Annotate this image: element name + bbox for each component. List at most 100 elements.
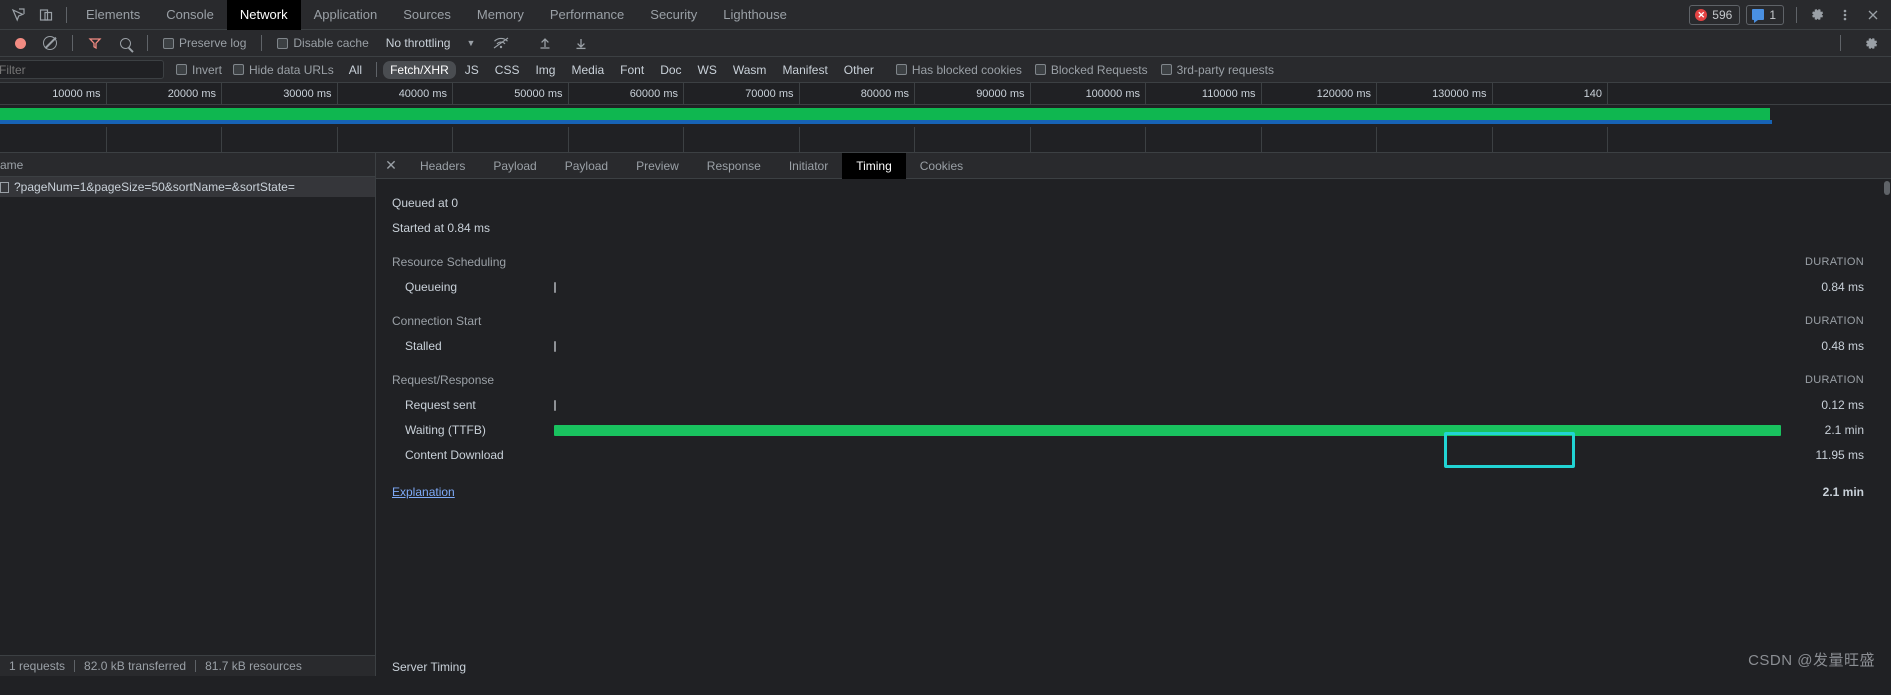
invert-box [176,64,187,75]
detail-pane: ✕ Headers Payload Payload Preview Respon… [376,152,1891,676]
timeline-tick: 10000 ms [0,83,107,105]
scrollbar-thumb[interactable] [1884,181,1890,195]
tab-application[interactable]: Application [301,0,391,30]
overview-gridline [221,127,222,152]
transferred-size: 82.0 kB transferred [84,659,187,673]
row-bar-wrap [554,275,1781,300]
more-options-icon[interactable] [1831,2,1859,28]
network-overview[interactable] [0,105,1891,127]
tab-headers[interactable]: Headers [406,153,479,179]
requests-column-header[interactable]: ame [0,153,375,177]
tab-sources[interactable]: Sources [390,0,464,30]
import-har-icon[interactable] [531,30,559,56]
filter-input[interactable] [0,60,164,79]
search-icon[interactable] [111,30,139,56]
filter-type-wasm[interactable]: Wasm [726,61,774,79]
tab-cookies[interactable]: Cookies [906,153,977,179]
inspect-element-icon[interactable] [4,2,32,28]
has-blocked-cookies-box [895,64,907,75]
tab-initiator[interactable]: Initiator [775,153,842,179]
netbar-divider-1 [72,35,73,51]
filter-type-fetch-xhr[interactable]: Fetch/XHR [383,60,456,79]
tab-elements[interactable]: Elements [73,0,153,30]
tab-payload-2[interactable]: Payload [551,153,622,179]
timing-row-request-sent: Request sent 0.12 ms [376,393,1891,418]
filter-type-css[interactable]: CSS [488,61,527,79]
device-toolbar-icon[interactable] [32,2,60,28]
devtools-tabbar: Elements Console Network Application Sou… [0,0,1891,30]
timeline-tick: 60000 ms [569,83,684,105]
record-button[interactable] [6,30,34,56]
row-bar-wrap [554,334,1781,359]
has-blocked-cookies-checkbox[interactable]: Has blocked cookies [895,62,1022,77]
filter-type-all[interactable]: All [342,61,369,79]
requests-pane: ame ?pageNum=1&pageSize=50&sortName=&sor… [0,153,376,676]
throttling-select[interactable]: No throttling [386,36,451,50]
error-icon: ✕ [1695,8,1708,21]
row-label: Queueing [405,280,458,294]
has-blocked-cookies-label: Has blocked cookies [911,62,1022,77]
timeline-tick: 140 [1493,83,1608,105]
netbar-divider-3 [261,35,263,51]
close-icon[interactable] [1859,2,1887,28]
hide-data-urls-box [233,64,245,75]
error-count: 596 [1712,7,1733,22]
started-at-label: Started at 0.84 ms [392,221,491,235]
tab-network[interactable]: Network [226,0,301,30]
row-label: Waiting (TTFB) [405,423,486,437]
disable-cache-label: Disable cache [293,36,369,50]
detail-scrollbar[interactable] [1883,179,1891,676]
filter-type-other[interactable]: Other [837,61,881,79]
filter-type-js[interactable]: JS [458,61,486,79]
gear-icon[interactable] [1803,2,1831,28]
blocked-requests-checkbox[interactable]: Blocked Requests [1034,62,1148,77]
network-settings-icon[interactable] [1857,30,1885,56]
overview-gridline [1607,127,1608,152]
timing-bar [554,282,556,293]
filter-type-doc[interactable]: Doc [653,61,688,79]
message-count: 1 [1769,7,1776,22]
netbar-right-group [1834,30,1891,56]
tab-payload[interactable]: Payload [479,153,550,179]
blocked-requests-label: Blocked Requests [1050,62,1148,77]
tab-response[interactable]: Response [693,153,775,179]
overview-gridline [1145,127,1146,152]
overview-gridline [336,127,338,152]
tab-memory[interactable]: Memory [464,0,537,30]
message-count-badge[interactable]: 1 [1746,4,1784,25]
preserve-log-checkbox[interactable]: Preserve log [163,36,246,50]
tab-performance[interactable]: Performance [537,0,637,30]
hide-data-urls-checkbox[interactable]: Hide data URLs [233,63,334,77]
explanation-link[interactable]: Explanation [392,479,455,505]
server-timing-label: Server Timing [392,660,467,674]
filter-icon[interactable] [81,30,109,56]
document-icon [0,181,9,193]
filter-type-manifest[interactable]: Manifest [775,61,834,79]
row-label: Request sent [405,398,476,412]
export-har-icon[interactable] [567,30,595,56]
filter-type-img[interactable]: Img [528,61,562,79]
clear-button[interactable] [36,30,64,56]
network-conditions-icon[interactable] [487,30,515,56]
error-count-badge[interactable]: ✕ 596 [1689,4,1741,25]
chevron-down-icon[interactable]: ▼ [466,38,475,48]
close-detail-icon[interactable]: ✕ [376,157,406,174]
filter-type-ws[interactable]: WS [691,61,724,79]
table-row[interactable]: ?pageNum=1&pageSize=50&sortName=&sortSta… [0,177,375,197]
third-party-requests-checkbox[interactable]: 3rd-party requests [1160,63,1274,77]
tab-security[interactable]: Security [637,0,710,30]
timeline-tick: 70000 ms [684,83,800,105]
disable-cache-checkbox[interactable]: Disable cache [277,36,369,50]
overview-gridline [914,127,915,152]
overview-gridline [1491,127,1493,152]
tab-console[interactable]: Console [153,0,227,30]
tab-timing[interactable]: Timing [842,152,906,179]
invert-checkbox[interactable]: Invert [176,63,222,77]
tab-lighthouse[interactable]: Lighthouse [710,0,800,30]
overview-gridline [1260,127,1262,152]
filter-type-font[interactable]: Font [613,61,651,79]
filter-type-media[interactable]: Media [564,61,611,79]
timeline-tick: 120000 ms [1262,83,1377,105]
tab-preview[interactable]: Preview [622,153,693,179]
overview-gridline [452,127,453,152]
